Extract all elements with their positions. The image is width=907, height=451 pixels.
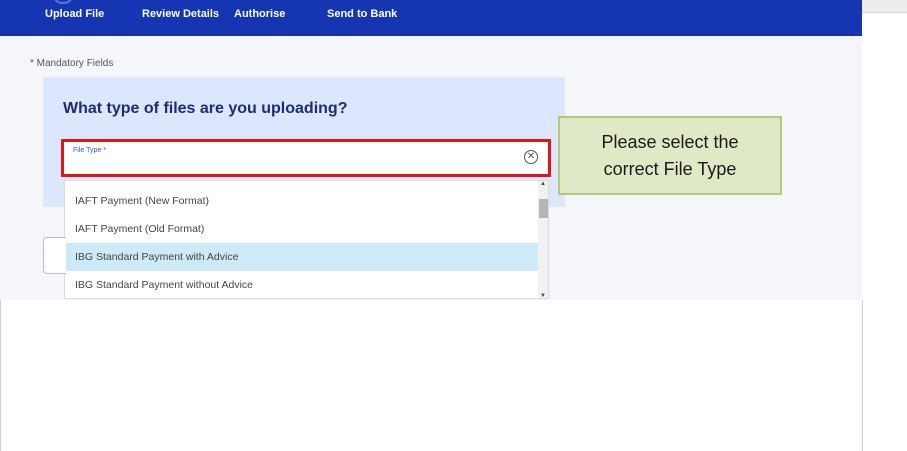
callout-line-1: Please select the	[601, 131, 739, 152]
mandatory-fields-note: * Mandatory Fields	[30, 58, 114, 69]
option-ibg-without-advice[interactable]: IBG Standard Payment without Advice	[65, 271, 538, 298]
file-type-select[interactable]: File Type * ✕	[61, 139, 551, 177]
option-ibg-with-advice[interactable]: IBG Standard Payment with Advice	[65, 243, 538, 271]
window-margin	[862, 0, 907, 451]
file-type-options-list[interactable]: IAFT Payment (New Format) IAFT Payment (…	[64, 180, 549, 299]
step-authorise[interactable]: Authorise	[234, 8, 285, 20]
scroll-up-icon[interactable]: ▲	[540, 181, 546, 187]
clear-icon[interactable]: ✕	[524, 150, 538, 164]
callout-line-2: correct File Type	[603, 158, 737, 179]
step-upload-file[interactable]: Upload File	[45, 8, 104, 20]
scroll-down-icon[interactable]: ▼	[540, 293, 546, 298]
step-navigation-bar: Upload File Review Details Authorise Sen…	[0, 0, 862, 36]
window-edge	[862, 0, 907, 13]
option-iaft-new-format[interactable]: IAFT Payment (New Format)	[65, 187, 538, 215]
file-type-label: File Type *	[73, 147, 106, 154]
partially-hidden-button[interactable]	[43, 237, 66, 274]
divider-right	[862, 300, 863, 451]
divider-left	[0, 300, 1, 451]
options-scrollbar[interactable]: ▲ ▼	[538, 181, 548, 298]
instruction-callout: Please select the correct File Type	[558, 116, 782, 195]
scrollbar-thumb[interactable]	[539, 199, 548, 218]
step-send-to-bank[interactable]: Send to Bank	[327, 8, 397, 20]
step-indicator-icon	[54, 0, 72, 4]
file-type-question: What type of files are you uploading?	[63, 100, 348, 117]
option-iaft-old-format[interactable]: IAFT Payment (Old Format)	[65, 215, 538, 243]
step-review-details[interactable]: Review Details	[142, 8, 219, 20]
